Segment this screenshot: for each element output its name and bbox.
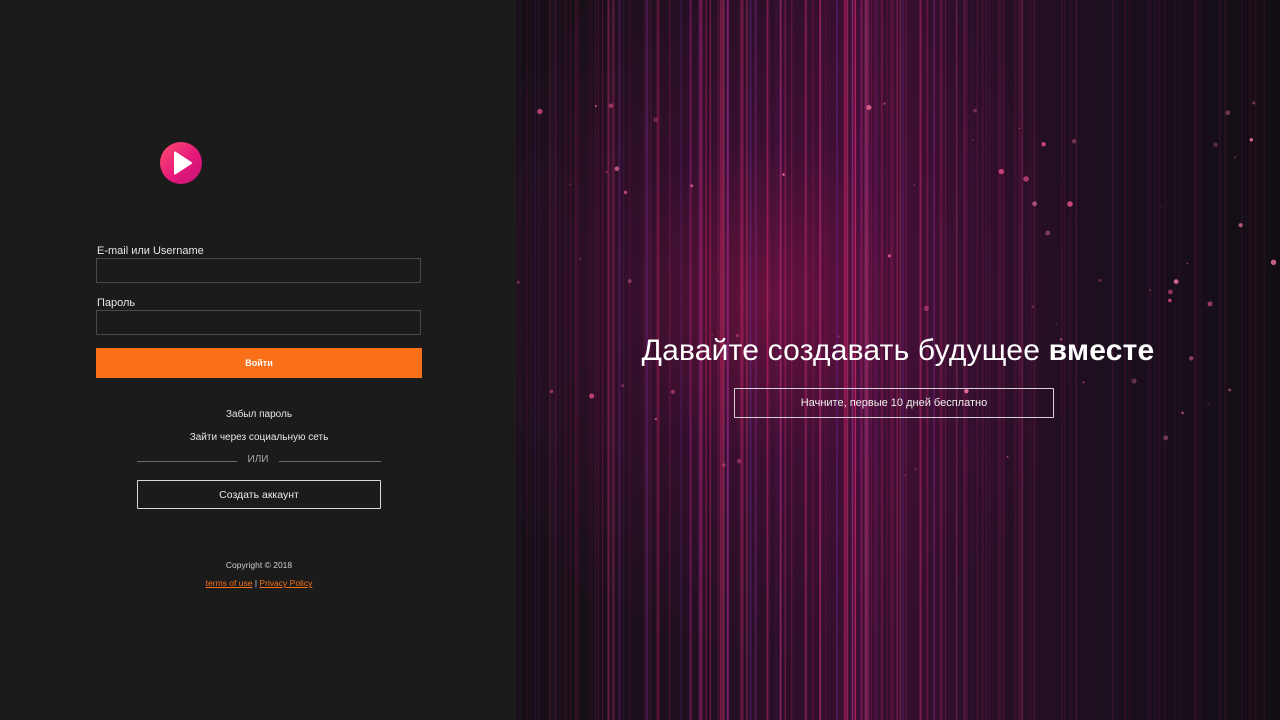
bokeh-particle (627, 279, 632, 284)
bokeh-particle (972, 139, 974, 141)
legal-separator: | (254, 578, 258, 588)
bokeh-particle (1207, 403, 1210, 406)
bokeh-particle (904, 474, 906, 476)
bokeh-particle (537, 108, 543, 115)
hero-title-main: Давайте создавать будущее (641, 334, 1041, 367)
bokeh-particle (1207, 301, 1213, 307)
bokeh-particle (623, 190, 628, 194)
login-panel: E-mail или Username Пароль Войти Забыл п… (0, 0, 516, 720)
bokeh-particle (653, 117, 659, 123)
bokeh-particle (1149, 289, 1152, 292)
hero-title: Давайте создавать будущее вместе (516, 334, 1280, 368)
bokeh-particle (1168, 298, 1172, 303)
create-account-button[interactable]: Создать аккаунт (137, 480, 381, 509)
bokeh-particle (1041, 142, 1046, 147)
free-trial-button[interactable]: Начните, первые 10 дней бесплатно (734, 388, 1054, 418)
bokeh-particle (1249, 138, 1253, 142)
legal-links: terms of use | Privacy Policy (96, 578, 422, 588)
bokeh-particle (690, 184, 694, 188)
bokeh-particle (1168, 289, 1173, 295)
bokeh-particle (722, 463, 726, 467)
bokeh-particle (1018, 127, 1020, 129)
bokeh-particle (1186, 262, 1189, 265)
bokeh-particle (1213, 142, 1218, 147)
bokeh-particle (1163, 435, 1169, 441)
forgot-password-link[interactable]: Забыл пароль (96, 409, 422, 420)
hero-panel: Давайте создавать будущее вместе Начните… (516, 0, 1280, 720)
divider-line-left (137, 461, 237, 462)
bokeh-particle (580, 258, 582, 260)
bokeh-particle (608, 103, 614, 109)
bokeh-particle (605, 170, 608, 174)
bokeh-particle (1181, 411, 1184, 415)
logo (160, 142, 202, 184)
bokeh-particle (1023, 176, 1029, 182)
bokeh-particle (1032, 201, 1037, 207)
bokeh-particle (736, 458, 742, 464)
bokeh-particle (1071, 138, 1077, 144)
bokeh-particle (887, 254, 891, 258)
bokeh-particle (594, 105, 597, 107)
terms-of-use-link[interactable]: terms of use (206, 578, 253, 588)
bokeh-particle (1252, 101, 1256, 105)
login-page: E-mail или Username Пароль Войти Забыл п… (0, 0, 1280, 720)
bokeh-particle (998, 168, 1004, 175)
or-label: ИЛИ (247, 454, 269, 465)
bokeh-particle (1056, 323, 1058, 325)
bokeh-particle (1045, 230, 1051, 236)
bokeh-particle (614, 166, 620, 171)
username-input[interactable] (96, 258, 421, 283)
bokeh-particle (973, 108, 977, 113)
bokeh-particle (549, 389, 554, 394)
bokeh-particle (923, 305, 929, 311)
bokeh-particle (569, 183, 572, 186)
bokeh-particle (913, 184, 916, 186)
bokeh-particle (1098, 278, 1102, 283)
bokeh-particle (1228, 388, 1232, 392)
bokeh-particle (654, 417, 658, 421)
bokeh-particle (670, 389, 675, 394)
bokeh-particle (589, 393, 595, 399)
or-divider: ИЛИ (137, 454, 381, 468)
bokeh-particle (1031, 305, 1034, 308)
bokeh-particle (883, 102, 886, 105)
bokeh-particle (1233, 156, 1237, 159)
password-input[interactable] (96, 310, 421, 335)
bokeh-particle (782, 173, 785, 176)
hero-title-emphasis: вместе (1048, 334, 1155, 367)
bokeh-particle (1270, 259, 1277, 265)
username-label: E-mail или Username (97, 245, 204, 257)
bokeh-particle (866, 105, 872, 110)
social-login-link[interactable]: Зайти через социальную сеть (96, 432, 422, 443)
bokeh-particle (516, 280, 520, 284)
bokeh-particle (1131, 378, 1137, 384)
bokeh-particle (1082, 381, 1085, 384)
privacy-policy-link[interactable]: Privacy Policy (259, 578, 312, 588)
bokeh-particle (1225, 110, 1231, 116)
bokeh-particle (1067, 201, 1073, 207)
bokeh-particle (621, 384, 625, 388)
divider-line-right (279, 461, 381, 462)
bokeh-particle (1173, 279, 1179, 284)
play-icon (174, 151, 192, 175)
password-label: Пароль (97, 297, 136, 309)
bokeh-particle (1006, 456, 1009, 458)
login-button[interactable]: Войти (96, 348, 422, 378)
copyright: Copyright © 2018 (225, 560, 293, 570)
bokeh-particle (914, 468, 917, 471)
bokeh-particle (1238, 223, 1243, 228)
bokeh-particle (1160, 205, 1162, 207)
